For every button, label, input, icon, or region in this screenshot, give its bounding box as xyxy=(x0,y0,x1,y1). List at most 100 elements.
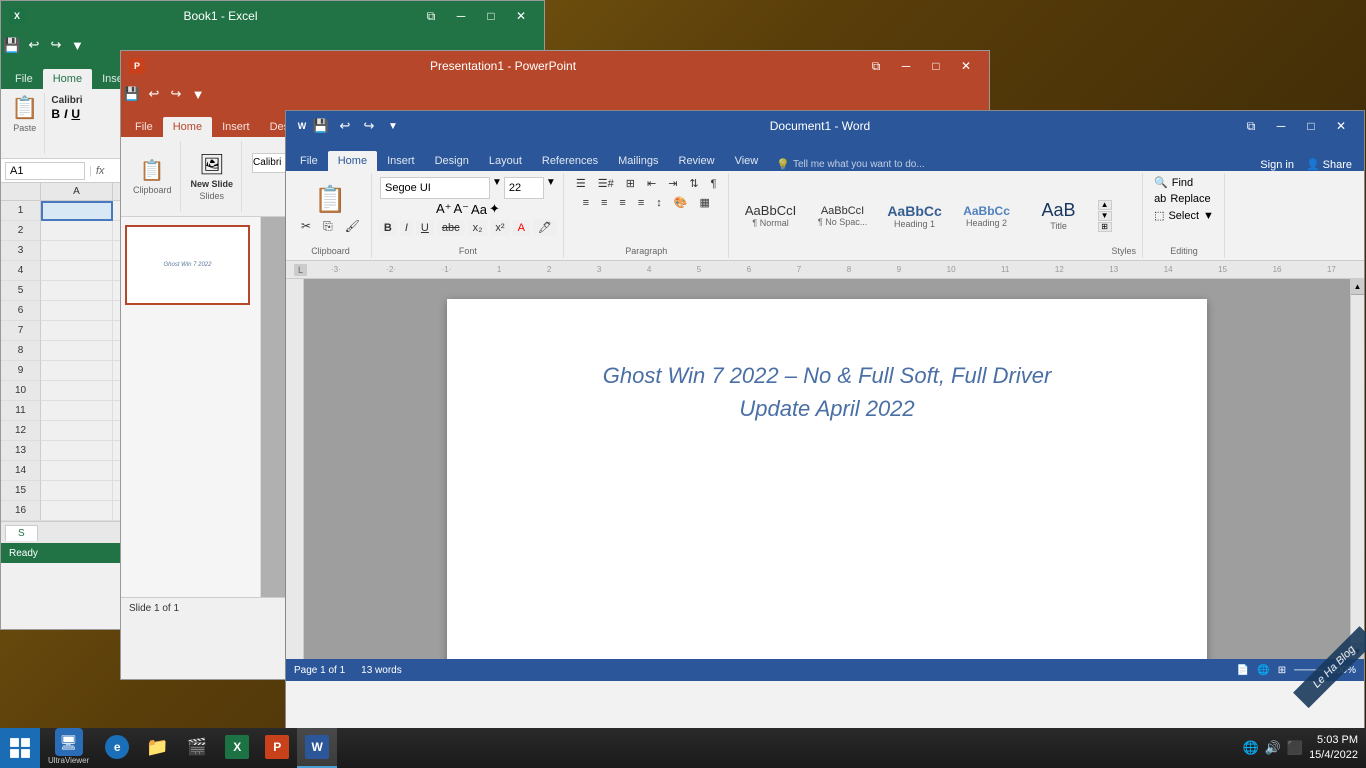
excel-undo-btn[interactable]: ↩ xyxy=(23,34,45,56)
excel-cell[interactable] xyxy=(41,401,113,421)
ppt-tab-insert[interactable]: Insert xyxy=(212,117,260,137)
excel-cell[interactable] xyxy=(41,341,113,361)
word-copy-icon[interactable]: ⎘ xyxy=(318,217,338,236)
excel-cell[interactable] xyxy=(41,461,113,481)
word-numbered-btn[interactable]: ☰# xyxy=(593,175,619,192)
ppt-restore-btn[interactable]: ⧉ xyxy=(861,51,891,81)
word-fontsize-dropdown-icon[interactable]: ▼ xyxy=(546,177,556,199)
word-multilevel-btn[interactable]: ⊞ xyxy=(621,175,640,192)
word-tab-insert[interactable]: Insert xyxy=(377,151,425,171)
excel-paste-icon[interactable]: 📋 xyxy=(11,95,38,121)
excel-cell[interactable] xyxy=(41,201,113,221)
excel-tab-home[interactable]: Home xyxy=(43,69,92,89)
word-share-btn[interactable]: 👤 Share xyxy=(1306,158,1352,171)
word-focus-icon[interactable]: ⊞ xyxy=(1278,665,1286,676)
word-strikethrough-btn[interactable]: abc xyxy=(437,220,465,236)
ppt-close-btn[interactable]: ✕ xyxy=(951,51,981,81)
word-bold-btn[interactable]: B xyxy=(379,220,397,236)
word-bullets-btn[interactable]: ☰ xyxy=(571,175,591,192)
ppt-new-slide-icon[interactable]: 🖼 xyxy=(199,152,224,177)
taskbar-ie[interactable]: e xyxy=(97,728,137,768)
word-qat-more[interactable]: ▼ xyxy=(382,115,404,137)
excel-tab-file[interactable]: File xyxy=(5,69,43,89)
word-indent-dec-btn[interactable]: ⇤ xyxy=(642,175,661,192)
word-format-painter-icon[interactable]: 🖌 xyxy=(340,217,365,236)
word-clearformat-icon[interactable]: ✦ xyxy=(489,201,500,217)
word-tab-mailings[interactable]: Mailings xyxy=(608,151,668,171)
word-fontsize-dec-icon[interactable]: A⁻ xyxy=(453,201,469,217)
word-subscript-btn[interactable]: x₂ xyxy=(468,220,488,236)
excel-cell[interactable] xyxy=(41,261,113,281)
word-style-h2-btn[interactable]: AaBbCc Heading 2 xyxy=(952,187,1022,245)
ppt-new-slide-label[interactable]: New Slide xyxy=(191,179,234,189)
word-scroll-up-btn[interactable]: ▲ xyxy=(1351,279,1364,295)
excel-cell[interactable] xyxy=(41,501,113,521)
excel-cell[interactable] xyxy=(41,321,113,341)
excel-bold-btn[interactable]: B xyxy=(51,107,60,121)
excel-cell[interactable] xyxy=(41,241,113,261)
excel-maximize-btn[interactable]: □ xyxy=(476,1,506,31)
ppt-maximize-btn[interactable]: □ xyxy=(921,51,951,81)
taskbar-ultraviewer[interactable]: 🖥 UltraViewer xyxy=(40,728,97,768)
word-redo-btn[interactable]: ↪ xyxy=(358,115,380,137)
word-style-h1-btn[interactable]: AaBbCc Heading 1 xyxy=(880,187,950,245)
word-page-area[interactable]: Ghost Win 7 2022 – No & Full Soft, Full … xyxy=(304,279,1350,659)
taskbar-excel-app[interactable]: X xyxy=(217,728,257,768)
word-font-dropdown-icon[interactable]: ▼ xyxy=(492,177,502,199)
taskbar-ppt-app[interactable]: P xyxy=(257,728,297,768)
word-web-icon[interactable]: 🌐 xyxy=(1257,665,1269,676)
word-case-icon[interactable]: Aa xyxy=(471,202,487,217)
excel-redo-btn[interactable]: ↪ xyxy=(45,34,67,56)
word-tab-design[interactable]: Design xyxy=(425,151,479,171)
word-style-scroll-up[interactable]: ▲ xyxy=(1098,200,1112,210)
excel-qat-more[interactable]: ▼ xyxy=(67,38,88,53)
word-shading-btn[interactable]: 🎨 xyxy=(669,194,693,211)
ppt-minimize-btn[interactable]: ─ xyxy=(891,51,921,81)
word-sort-btn[interactable]: ⇅ xyxy=(684,175,703,192)
excel-sheet-tab-s[interactable]: S xyxy=(5,525,38,541)
word-style-scroll-more[interactable]: ⊞ xyxy=(1098,222,1112,232)
word-replace-btn[interactable]: ab Replace xyxy=(1150,192,1218,206)
word-select-btn[interactable]: ⬚ Select ▼ xyxy=(1150,208,1218,223)
word-font-input[interactable] xyxy=(380,177,490,199)
word-align-left-btn[interactable]: ≡ xyxy=(578,195,594,211)
word-showmarks-btn[interactable]: ¶ xyxy=(706,176,722,192)
word-tab-references[interactable]: References xyxy=(532,151,608,171)
excel-cell[interactable] xyxy=(41,421,113,441)
excel-cell[interactable] xyxy=(41,441,113,461)
taskbar-word-app[interactable]: W xyxy=(297,728,337,768)
word-border-btn[interactable]: ▦ xyxy=(694,194,714,211)
word-minimize-btn[interactable]: ─ xyxy=(1266,111,1296,141)
word-style-nospacing-btn[interactable]: AaBbCcI ¶ No Spac... xyxy=(808,187,878,245)
excel-cell[interactable] xyxy=(41,301,113,321)
word-signin-btn[interactable]: Sign in xyxy=(1260,159,1294,171)
word-maximize-btn[interactable]: □ xyxy=(1296,111,1326,141)
word-style-title-btn[interactable]: AaB Title xyxy=(1024,187,1094,245)
word-close-btn[interactable]: ✕ xyxy=(1326,111,1356,141)
word-underline-btn[interactable]: U xyxy=(416,220,434,236)
excel-cell[interactable] xyxy=(41,361,113,381)
word-tab-view[interactable]: View xyxy=(725,151,769,171)
excel-cell[interactable] xyxy=(41,481,113,501)
word-save-btn[interactable]: 💾 xyxy=(310,115,332,137)
excel-cell[interactable] xyxy=(41,281,113,301)
excel-close-btn[interactable]: ✕ xyxy=(506,1,536,31)
word-justify-btn[interactable]: ≡ xyxy=(633,195,649,211)
taskbar-file-explorer[interactable]: 📁 xyxy=(137,728,177,768)
word-paste-icon[interactable]: 📋 xyxy=(314,184,346,215)
ppt-qat-more[interactable]: ▼ xyxy=(187,83,209,105)
word-undo-btn[interactable]: ↩ xyxy=(334,115,356,137)
excel-italic-btn[interactable]: I xyxy=(64,107,67,121)
word-highlight-btn[interactable]: 🖊 xyxy=(533,219,557,236)
word-cut-icon[interactable]: ✂ xyxy=(296,217,316,236)
excel-minimize-btn[interactable]: ─ xyxy=(446,1,476,31)
ppt-redo-btn[interactable]: ↪ xyxy=(165,83,187,105)
word-scrollbar[interactable]: ▲ ▼ xyxy=(1350,279,1364,659)
word-tab-file[interactable]: File xyxy=(290,151,328,171)
word-indent-inc-btn[interactable]: ⇥ xyxy=(663,175,682,192)
word-style-normal-btn[interactable]: AaBbCcI ¶ Normal xyxy=(736,187,806,245)
ppt-tab-file[interactable]: File xyxy=(125,117,163,137)
word-tab-review[interactable]: Review xyxy=(669,151,725,171)
ppt-undo-btn[interactable]: ↩ xyxy=(143,83,165,105)
word-restore-btn[interactable]: ⧉ xyxy=(1236,111,1266,141)
